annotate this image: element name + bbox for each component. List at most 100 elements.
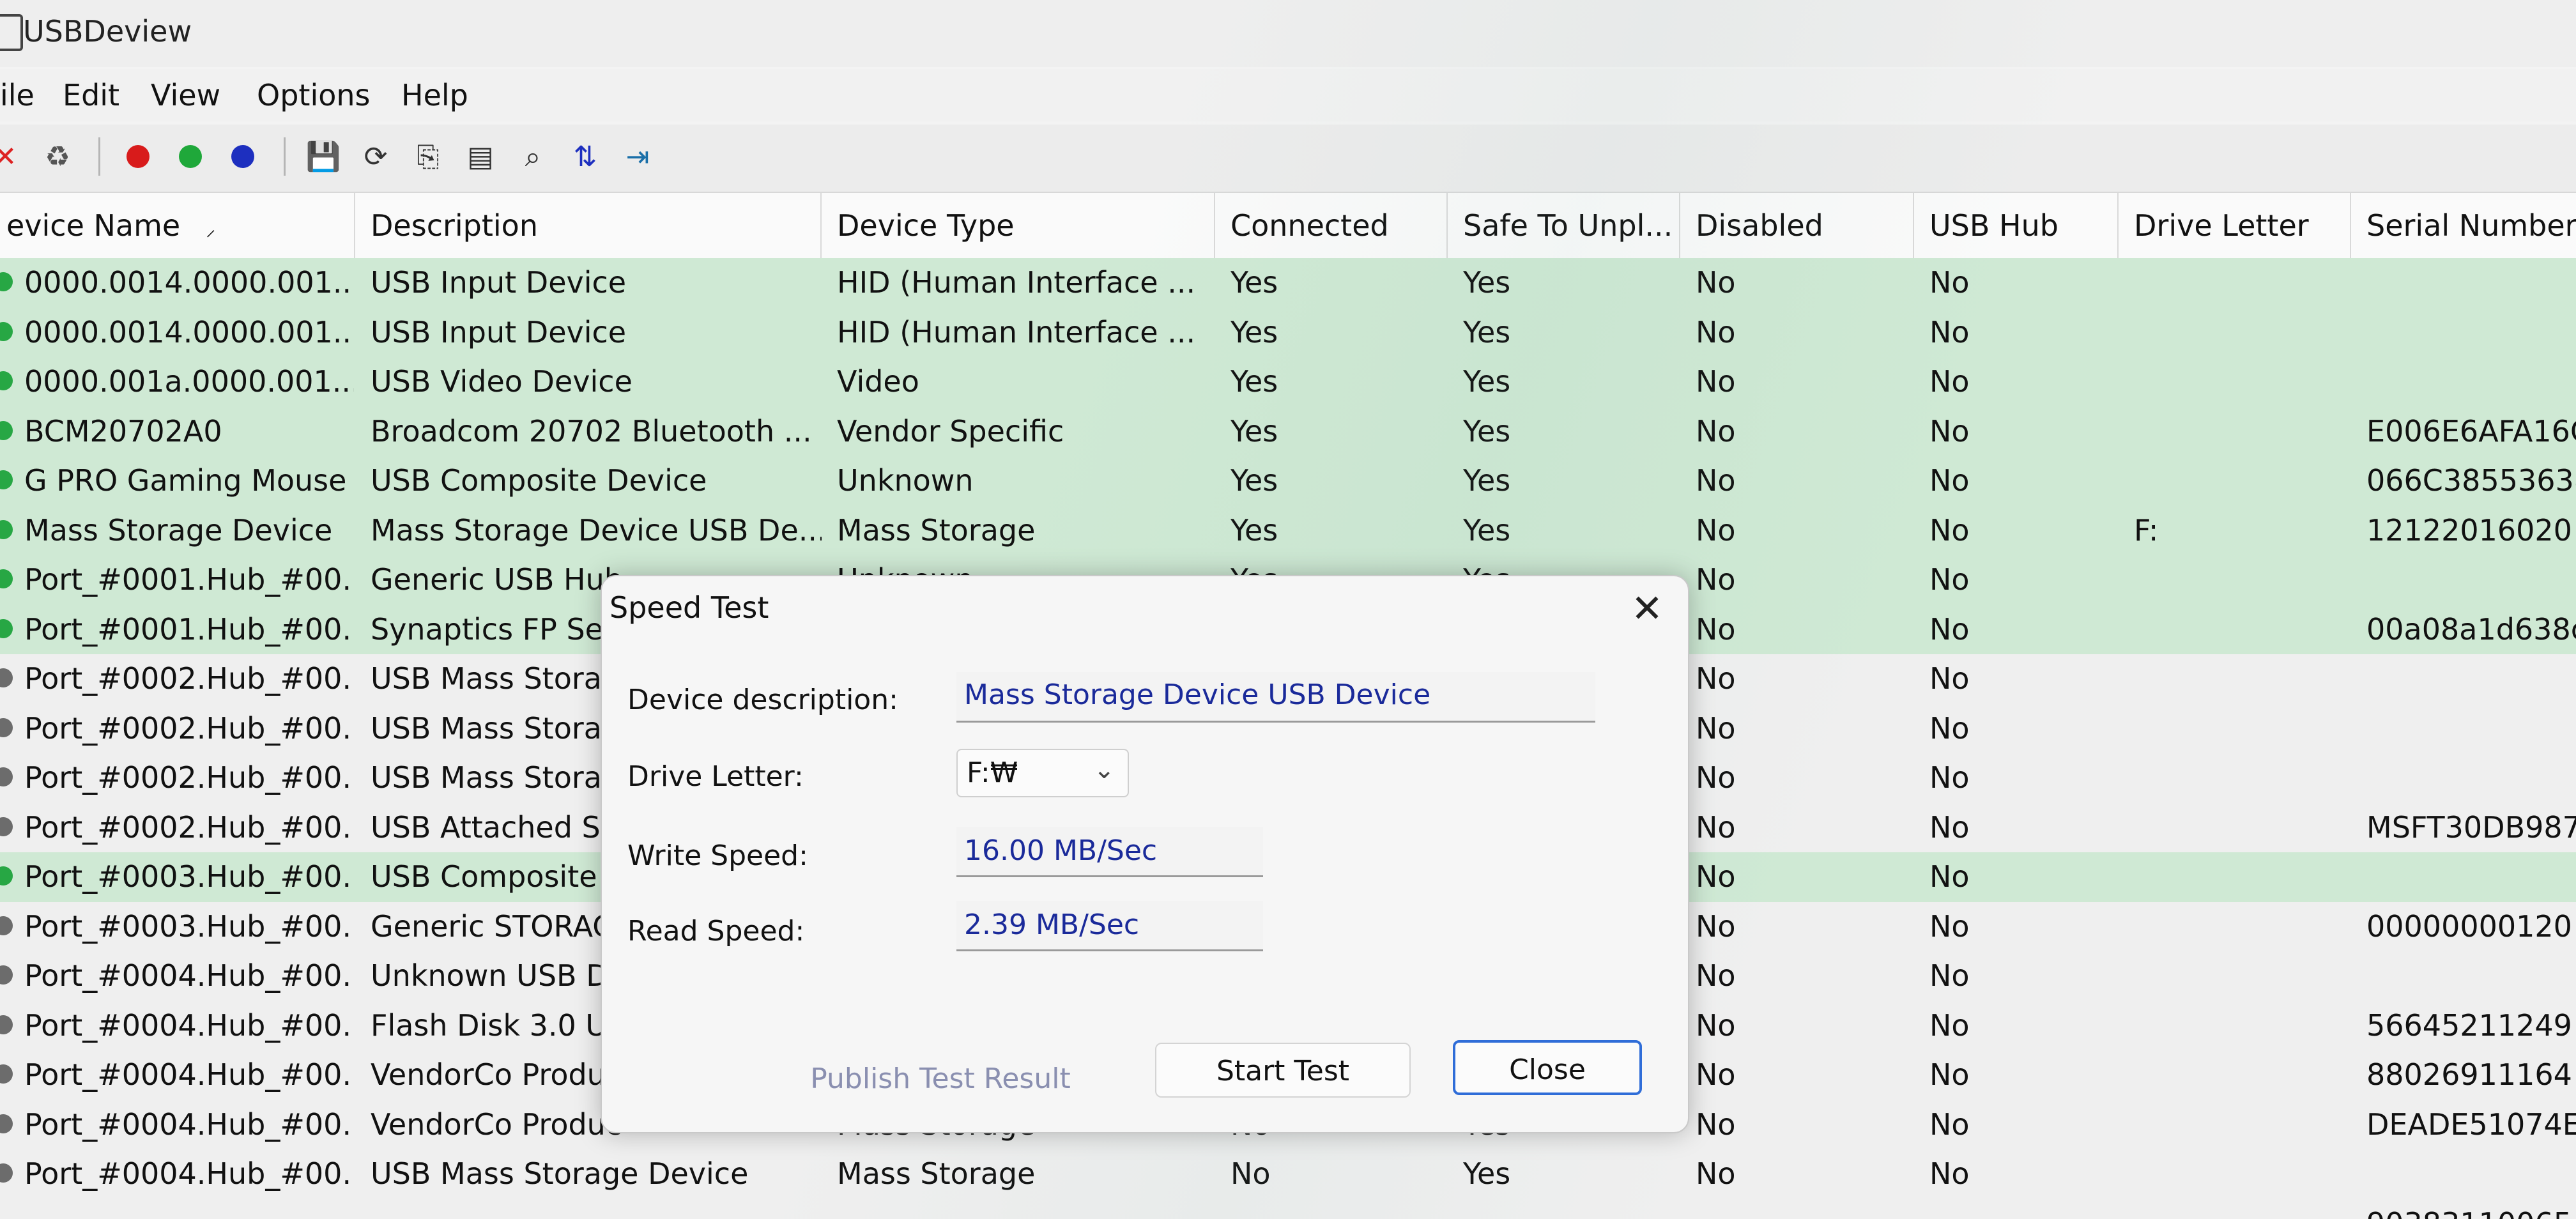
menu-bar: ile Edit View Options Help <box>0 69 2576 121</box>
column-connected[interactable]: Connected <box>1215 193 1448 258</box>
cell-dis: No <box>1696 265 1736 300</box>
close-icon[interactable]: ✕ <box>1615 580 1679 638</box>
cell-drive <box>2119 753 2351 803</box>
cell-hub: No <box>1929 463 1970 498</box>
column-drive-letter[interactable]: Drive Letter <box>2119 193 2351 258</box>
menu-view[interactable]: View <box>151 78 220 112</box>
table-row[interactable]: 90383110065 <box>0 1199 2576 1219</box>
save-icon[interactable]: 💾 <box>305 137 341 176</box>
green-dot-icon[interactable] <box>172 137 208 176</box>
properties-icon[interactable]: ▤ <box>463 137 498 176</box>
column-safe-to-unplug[interactable]: Safe To Unpl... <box>1448 193 1680 258</box>
cell-serial <box>2351 704 2576 754</box>
disconnect-icon-glyph: ✕ <box>0 140 17 173</box>
cell-drive <box>2119 456 2351 506</box>
cell-name: Port_#0002.Hub_#00... <box>24 710 354 746</box>
cell-desc: USB Input Device <box>371 314 627 349</box>
cell-safe: Yes <box>1463 265 1511 300</box>
exit-icon[interactable]: ⇥ <box>620 137 656 176</box>
cell-serial <box>2351 258 2576 308</box>
menu-options[interactable]: Options <box>257 78 371 112</box>
table-row[interactable]: 0000.0014.0000.001.... USB Input Device HI… <box>0 258 2576 308</box>
copy-icon[interactable]: ⎘ <box>410 137 446 176</box>
cell-desc: USB Composite Device <box>371 463 707 498</box>
cell-desc <box>355 1199 822 1219</box>
table-row[interactable]: Port_#0004.Hub_#00... USB Mass Storage De… <box>0 1149 2576 1199</box>
cell-drive <box>2119 902 2351 952</box>
cell-name: Port_#0001.Hub_#00... <box>24 562 354 597</box>
table-row[interactable]: 0000.001a.0000.001.... USB Video Device Vi… <box>0 357 2576 407</box>
column-serial-number[interactable]: Serial Number <box>2351 193 2576 258</box>
blue-dot-dot <box>231 145 254 168</box>
toolbar-separator <box>98 137 100 176</box>
cell-safe: Yes <box>1463 512 1511 548</box>
column-device-type[interactable]: Device Type <box>822 193 1215 258</box>
cell-desc: Mass Storage Device USB De... <box>371 512 822 548</box>
cell-desc: USB Mass Storage Device <box>371 1156 749 1191</box>
app-title: USBDeview <box>23 14 192 49</box>
device-description-field[interactable]: Mass Storage Device USB Device <box>956 672 1595 723</box>
refresh-icon[interactable]: ⟳ <box>358 137 394 176</box>
cell-name: 0000.0014.0000.001.... <box>24 314 354 349</box>
find-icon[interactable]: ⌕ <box>515 137 551 176</box>
device-description-value: Mass Storage Device USB Device <box>964 678 1431 711</box>
cell-conn: Yes <box>1230 314 1278 349</box>
sort-icon[interactable]: ⇅ <box>567 137 603 176</box>
cell-serial <box>2351 308 2576 358</box>
cell-name: Port_#0004.Hub_#00... <box>24 1107 354 1142</box>
cell-drive <box>2119 1050 2351 1100</box>
dialog-title: Speed Test <box>610 590 769 625</box>
disconnect-icon[interactable]: ✕ <box>0 137 23 176</box>
red-dot-icon[interactable] <box>120 137 156 176</box>
cell-conn: Yes <box>1230 463 1278 498</box>
table-row[interactable]: BCM20702A0 Broadcom 20702 Bluetooth ... Ve… <box>0 406 2576 456</box>
find-icon-glyph: ⌕ <box>525 140 541 173</box>
menu-edit[interactable]: Edit <box>63 78 119 112</box>
column-disabled[interactable]: Disabled <box>1680 193 1914 258</box>
column-description[interactable]: Description <box>355 193 822 258</box>
cell-conn: Yes <box>1230 512 1278 548</box>
copy-icon-glyph: ⎘ <box>417 140 440 173</box>
cell-name: 0000.001a.0000.001.... <box>24 364 354 399</box>
cell-dis: No <box>1696 710 1736 746</box>
cell-hub: No <box>1929 314 1970 349</box>
save-icon-glyph: 💾 <box>305 141 341 173</box>
drive-letter-select[interactable]: F:₩ ⌄ <box>956 749 1129 797</box>
toolbar: ✕ ♻ 💾 ⟳ ⎘ ▤ ⌕ ⇅ ⇥ <box>0 125 2576 193</box>
cell-dis: No <box>1696 1057 1736 1092</box>
menu-help[interactable]: Help <box>401 78 468 112</box>
title-bar: USBDeview <box>0 0 2576 67</box>
cell-dis: No <box>1696 364 1736 399</box>
uninstall-icon[interactable]: ♻ <box>40 137 75 176</box>
green-dot-dot <box>179 145 202 168</box>
exit-icon-glyph: ⇥ <box>625 140 650 173</box>
toolbar-separator <box>284 137 286 176</box>
write-speed-label: Write Speed: <box>627 839 808 872</box>
cell-hub: No <box>1929 364 1970 399</box>
table-row[interactable]: G PRO Gaming Mouse USB Composite Device Un… <box>0 456 2576 506</box>
chevron-down-icon: ⌄ <box>1093 755 1115 785</box>
close-button[interactable]: Close <box>1453 1040 1642 1095</box>
publish-test-result-button[interactable]: Publish Test Result <box>774 1052 1107 1107</box>
cell-name: Port_#0003.Hub_#00... <box>24 859 354 894</box>
cell-conn: Yes <box>1230 413 1278 448</box>
table-row[interactable]: 0000.0014.0000.001.... USB Input Device HI… <box>0 307 2576 358</box>
menu-file[interactable]: ile <box>0 78 34 112</box>
sort-arrow-icon: ⸝ <box>206 218 216 241</box>
read-speed-label: Read Speed: <box>627 915 805 947</box>
cell-dis: No <box>1696 562 1736 597</box>
cell-safe: Yes <box>1463 413 1511 448</box>
start-test-button[interactable]: Start Test <box>1155 1043 1411 1098</box>
blue-dot-icon[interactable] <box>225 137 261 176</box>
cell-type: Video <box>837 364 919 399</box>
table-row[interactable]: Mass Storage Device Mass Storage Device U… <box>0 505 2576 555</box>
column-usb-hub[interactable]: USB Hub <box>1914 193 2119 258</box>
column-device-name[interactable]: evice Name ⸝ <box>0 193 355 258</box>
cell-dis: No <box>1696 413 1736 448</box>
cell-dis: No <box>1696 512 1736 548</box>
cell-desc: Broadcom 20702 Bluetooth ... <box>371 413 812 448</box>
cell-dis: No <box>1696 760 1736 795</box>
cell-type: Mass Storage <box>837 512 1036 548</box>
cell-dis: No <box>1696 1107 1736 1142</box>
cell-type: Mass Storage <box>837 1156 1036 1191</box>
